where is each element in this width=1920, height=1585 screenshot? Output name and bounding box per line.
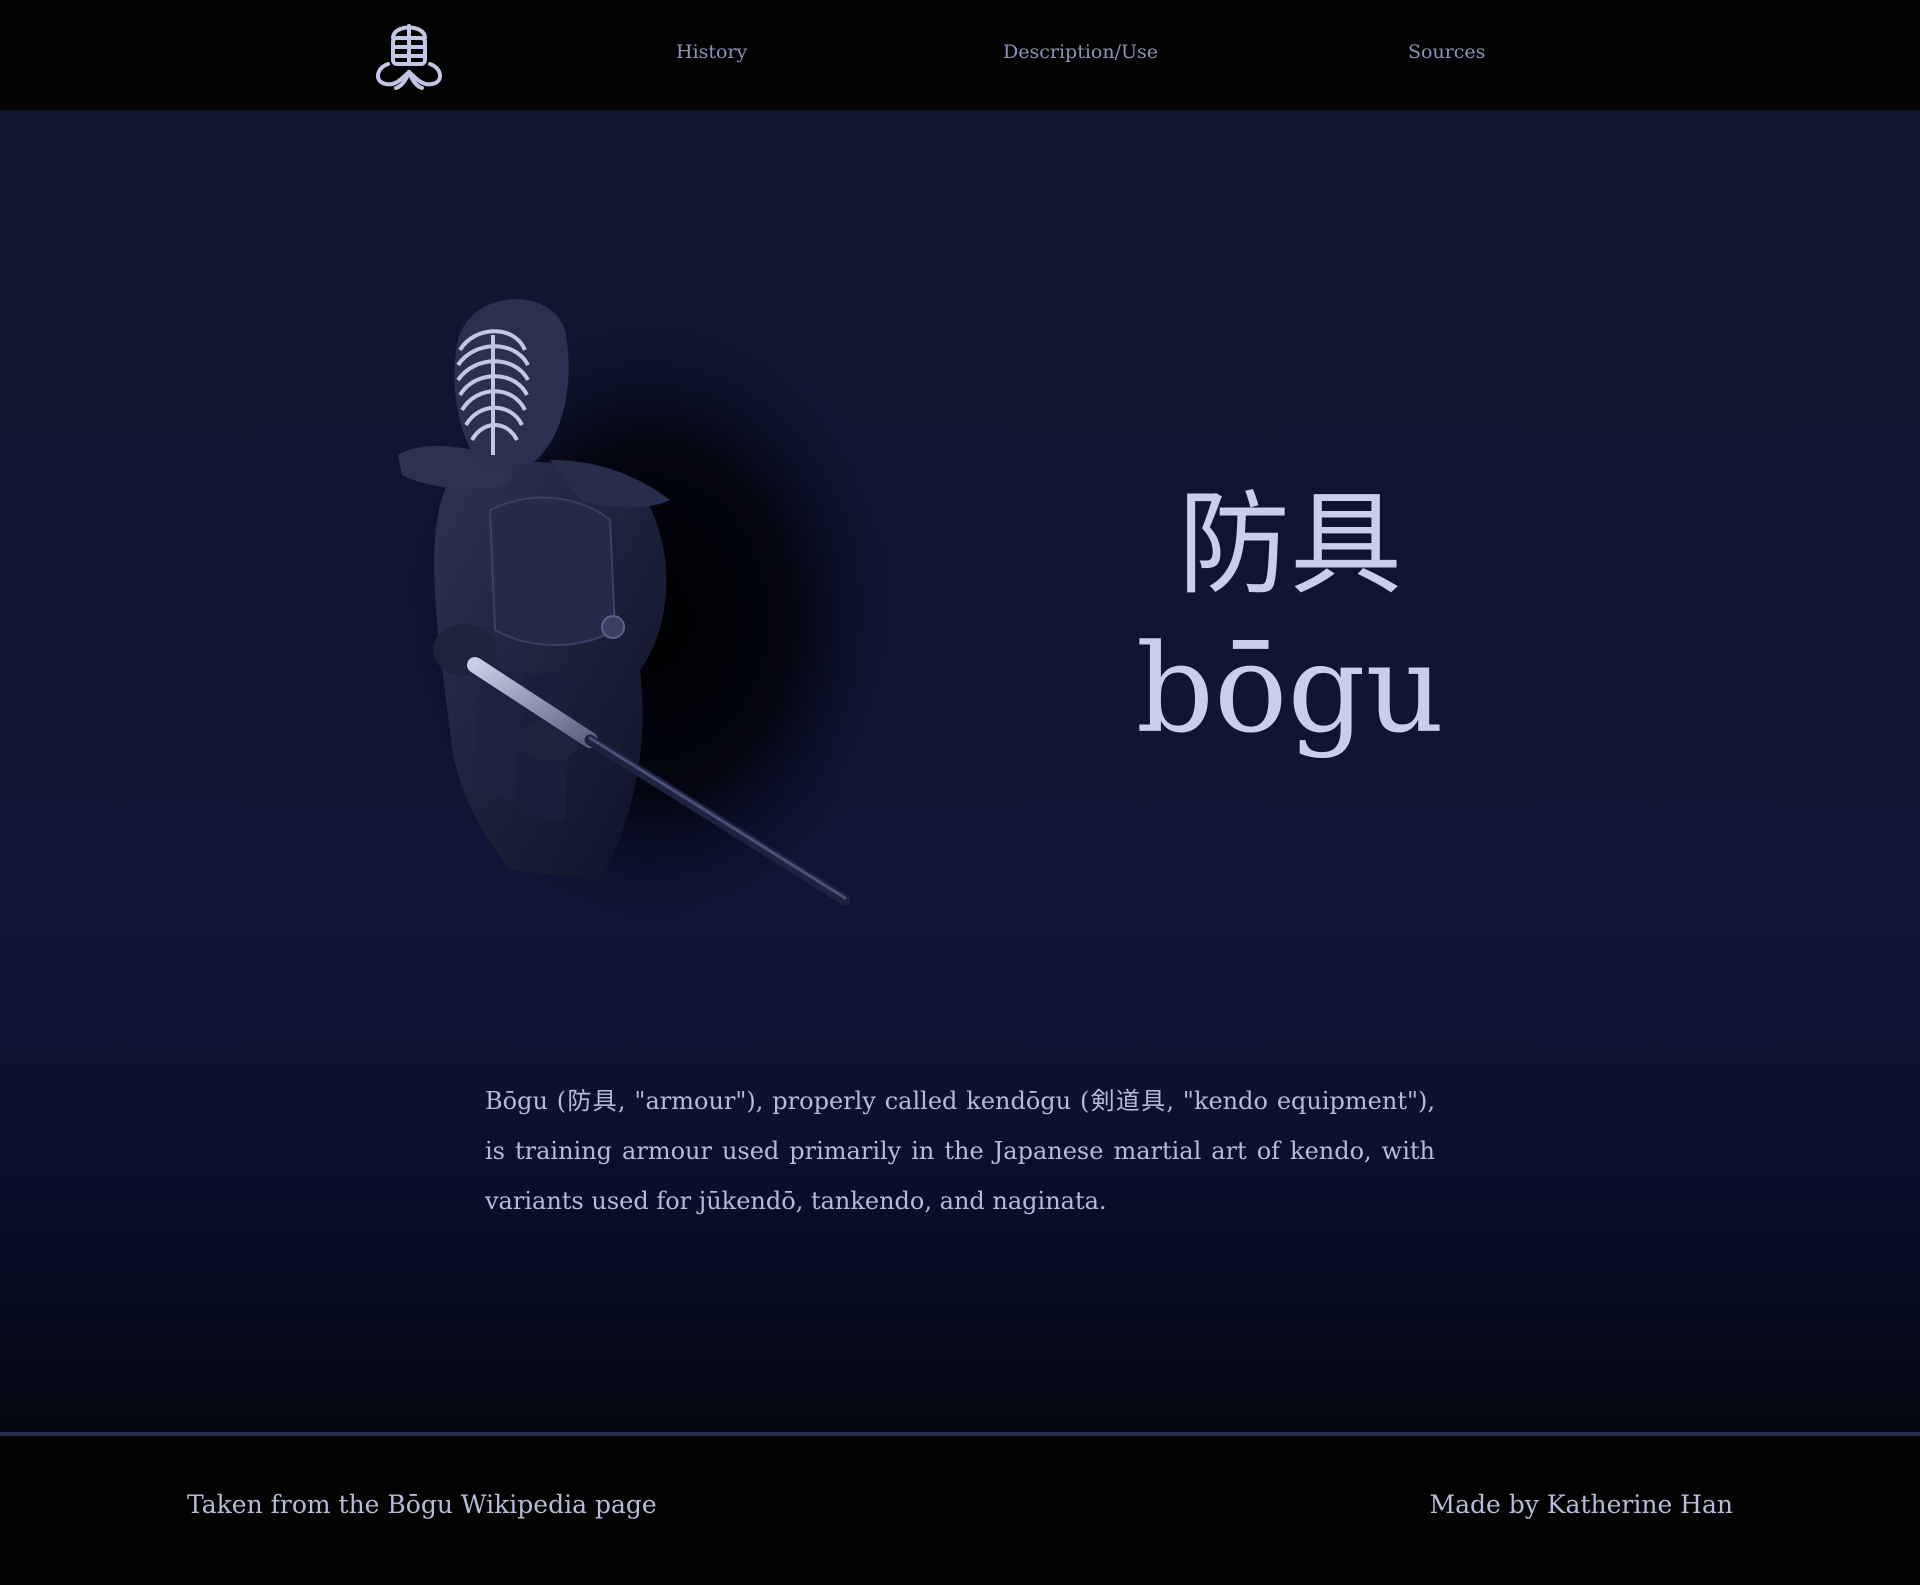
nav-link-sources[interactable]: Sources — [1408, 41, 1485, 63]
title-kanji: 防具 — [1178, 480, 1402, 610]
footer-author-credit: Made by Katherine Han — [1429, 1490, 1733, 1519]
kendo-men-logo-icon[interactable] — [366, 16, 452, 92]
nav-link-description-use[interactable]: Description/Use — [1003, 41, 1158, 63]
title-romaji: bōgu — [1135, 618, 1445, 760]
footer-source-credit: Taken from the Bōgu Wikipedia page — [187, 1490, 657, 1519]
kendoka-in-bogu-image — [380, 270, 980, 940]
hero-section: 防具 bōgu Bōgu (防具, "armour"), properly ca… — [0, 110, 1920, 1432]
intro-paragraph: Bōgu (防具, "armour"), properly called ken… — [485, 1087, 1435, 1215]
nav-link-history[interactable]: History — [676, 41, 747, 63]
page-title-block: 防具 bōgu — [1080, 480, 1500, 764]
top-navbar: History Description/Use Sources — [0, 0, 1920, 110]
page-footer: Taken from the Bōgu Wikipedia page Made … — [0, 1436, 1920, 1585]
